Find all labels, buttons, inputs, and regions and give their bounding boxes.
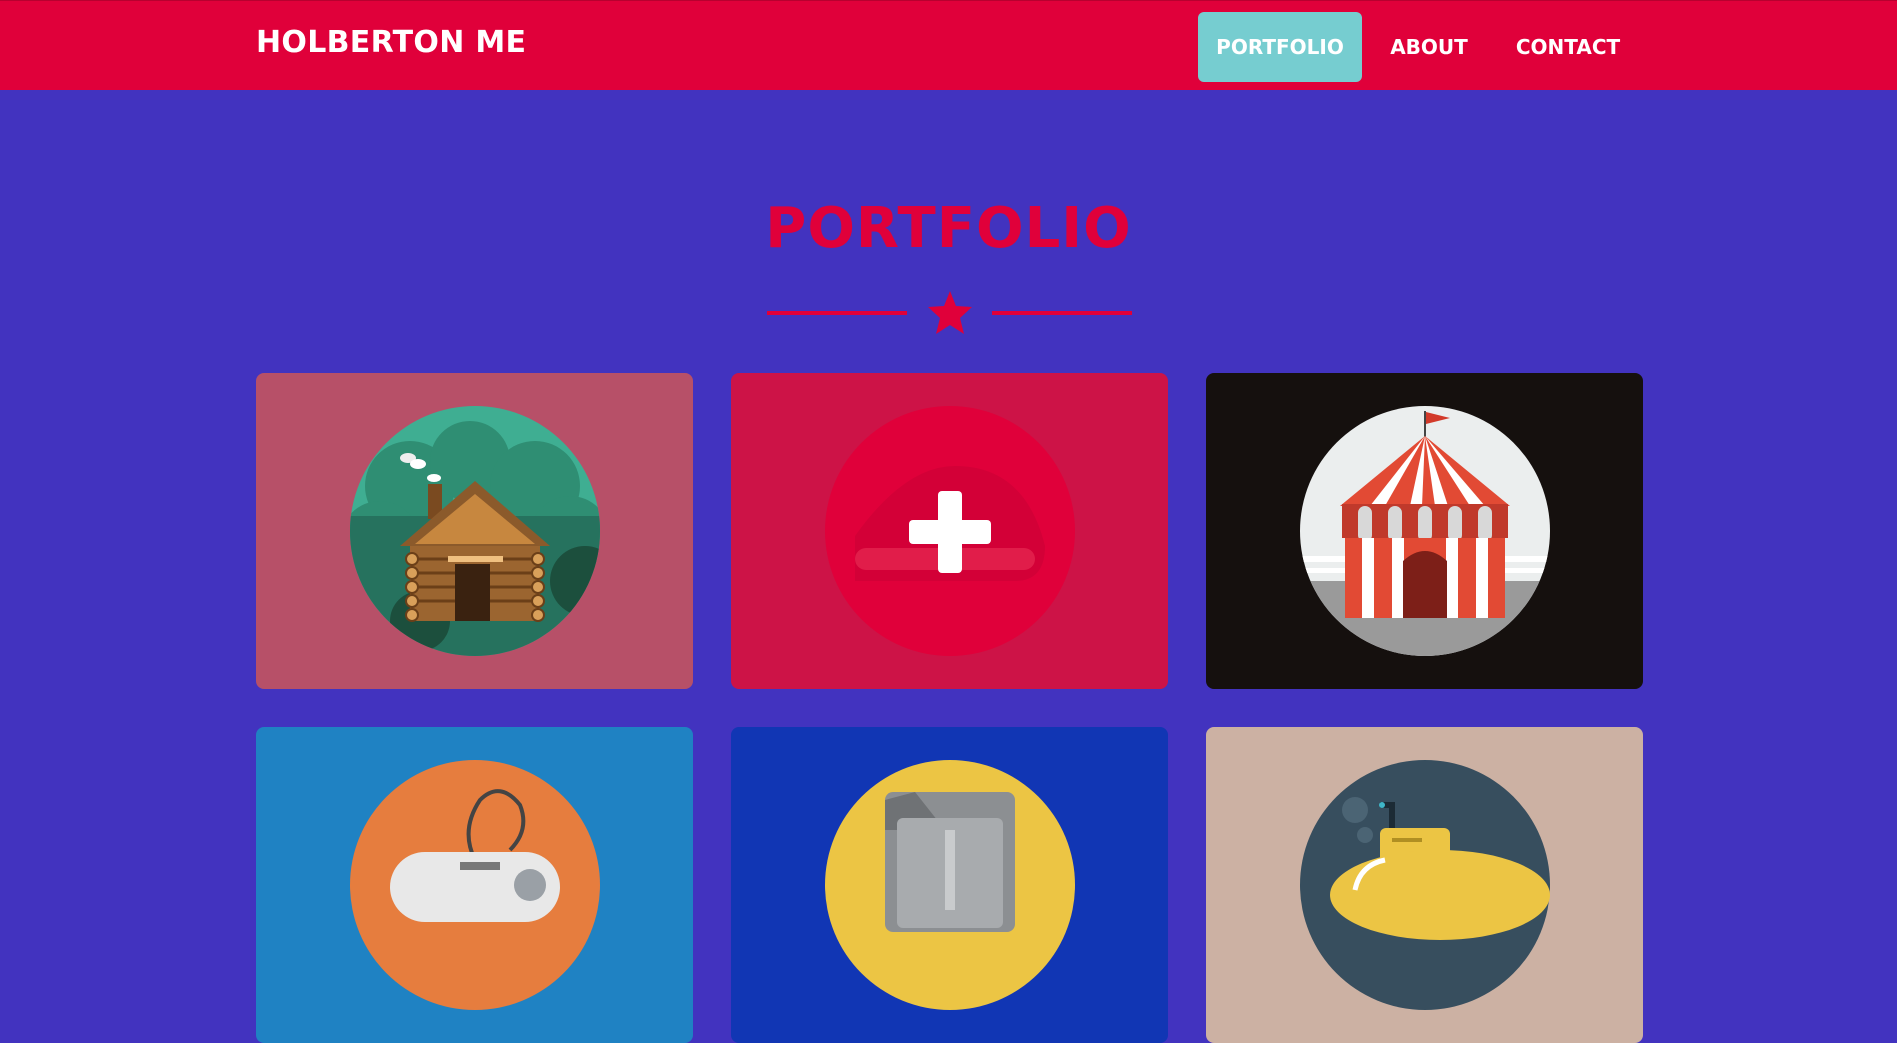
divider-line-left: [767, 311, 907, 315]
safe-icon: [825, 760, 1075, 1010]
game-controller-icon: [350, 760, 600, 1010]
portfolio-item-plus[interactable]: [731, 373, 1168, 689]
circus-tent-icon: [1300, 406, 1550, 656]
portfolio-item-safe[interactable]: [731, 727, 1168, 1043]
portfolio-item-circus[interactable]: [1206, 373, 1643, 689]
section-title: PORTFOLIO: [765, 196, 1132, 261]
nav-about[interactable]: ABOUT: [1376, 12, 1482, 82]
log-cabin-icon: [350, 406, 600, 656]
navbar: HOLBERTON ME PORTFOLIO ABOUT CONTACT: [0, 0, 1897, 90]
portfolio-item-cabin[interactable]: [256, 373, 693, 689]
portfolio-item-game[interactable]: [256, 727, 693, 1043]
star-icon: [928, 291, 972, 334]
divider-line-right: [992, 311, 1132, 315]
nav-portfolio[interactable]: PORTFOLIO: [1198, 12, 1362, 82]
brand-logo[interactable]: HOLBERTON ME: [256, 25, 526, 60]
portfolio-item-submarine[interactable]: [1206, 727, 1643, 1043]
plus-icon: [825, 406, 1075, 656]
submarine-icon: [1300, 760, 1550, 1010]
nav-contact[interactable]: CONTACT: [1500, 12, 1636, 82]
